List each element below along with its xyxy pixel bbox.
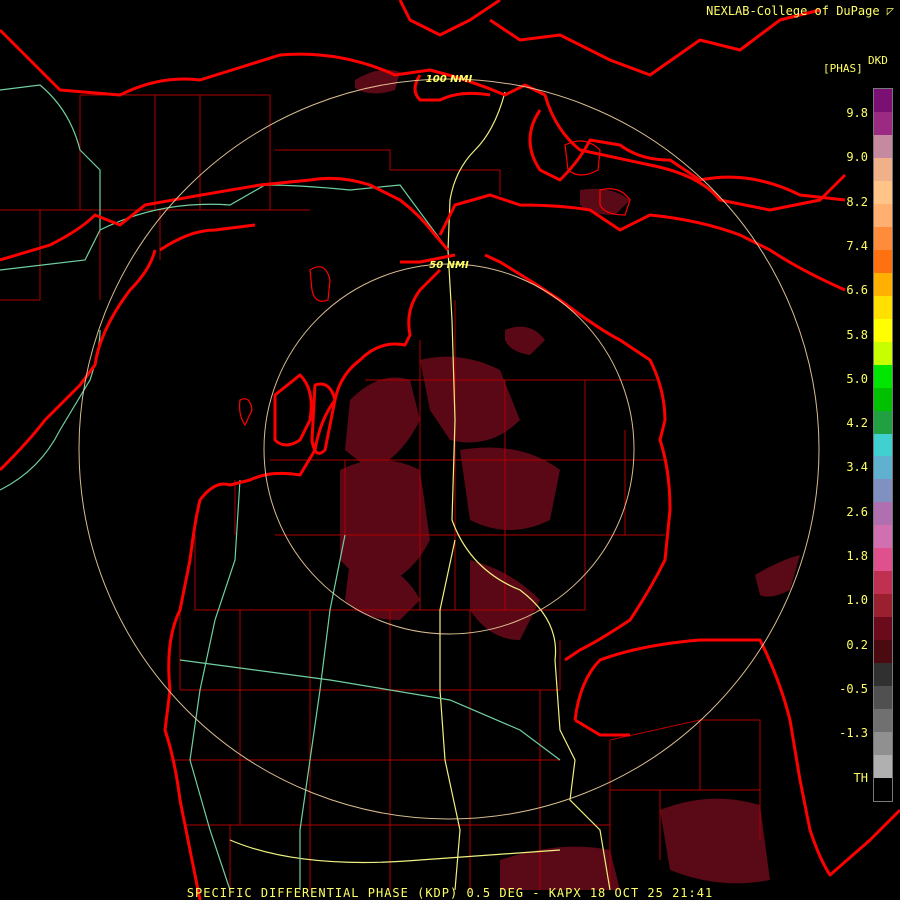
- scale-segment: [874, 778, 892, 802]
- scale-segment: [874, 456, 892, 480]
- scale-tick-label: 6.6: [846, 283, 868, 298]
- scale-segment: [874, 663, 892, 687]
- scale-segment: [874, 594, 892, 618]
- scale-tick-label: TH: [853, 770, 868, 785]
- scale-segment: [874, 157, 892, 182]
- scale-segment: [874, 387, 892, 412]
- scale-tick-label: 1.0: [846, 593, 868, 608]
- product-code: DKD: [868, 54, 888, 67]
- scale-segment: [874, 433, 892, 457]
- scale-tick-label: 5.0: [846, 371, 868, 386]
- scale-segment: [874, 249, 892, 274]
- scale-segment: [874, 686, 892, 710]
- scale-segment: [874, 341, 892, 366]
- scale-segment: [874, 571, 892, 595]
- credit-corner-icon: ◸: [879, 4, 894, 18]
- scale-tick-label: 5.8: [846, 327, 868, 342]
- color-scale-bar: [873, 88, 893, 802]
- scale-tick-label: -1.3: [839, 726, 868, 741]
- range-label-100: 100 NMI: [426, 74, 473, 85]
- unit-label: [PHAS]: [823, 62, 863, 75]
- credit-text: NEXLAB-College of DuPage: [706, 4, 880, 18]
- scale-tick-label: 1.8: [846, 549, 868, 563]
- range-label-50: 50 NMI: [429, 260, 469, 271]
- map-background: [0, 0, 900, 900]
- scale-segment: [874, 548, 892, 572]
- scale-segment: [874, 318, 892, 343]
- product-caption: SPECIFIC DIFFERENTIAL PHASE (KDP) 0.5 DE…: [186, 886, 714, 900]
- scale-segment: [874, 525, 892, 549]
- scale-segment: [874, 134, 892, 159]
- scale-segment: [874, 295, 892, 320]
- scale-segment: [874, 410, 892, 434]
- scale-tick-label: 9.8: [846, 106, 868, 120]
- scale-segment: [874, 180, 892, 205]
- scale-tick-label: 8.2: [846, 194, 868, 209]
- scale-segment: [874, 617, 892, 641]
- scale-tick-label: 7.4: [846, 238, 868, 253]
- scale-segment: [874, 732, 892, 756]
- scale-tick-label: 3.4: [846, 460, 868, 475]
- radar-map: 100 NMI 50 NMI: [0, 0, 900, 900]
- scale-segment: [874, 203, 892, 228]
- scale-tick-label: 2.6: [846, 504, 868, 519]
- scale-segment: [874, 226, 892, 251]
- scale-tick-label: 4.2: [846, 416, 868, 431]
- scale-tick-label: -0.5: [839, 681, 868, 696]
- scale-segment: [874, 364, 892, 389]
- credit-label: NEXLAB-College of DuPage ◸: [706, 4, 894, 18]
- scale-segment: [874, 640, 892, 664]
- scale-segment: [874, 272, 892, 297]
- scale-tick-label: 9.0: [846, 150, 868, 165]
- scale-segment: [874, 755, 892, 779]
- scale-segment: [874, 479, 892, 503]
- scale-segment: [874, 502, 892, 526]
- scale-segment: [874, 709, 892, 733]
- scale-segment: [874, 111, 892, 136]
- scale-tick-label: 0.2: [846, 637, 868, 652]
- scale-segment: [874, 89, 892, 113]
